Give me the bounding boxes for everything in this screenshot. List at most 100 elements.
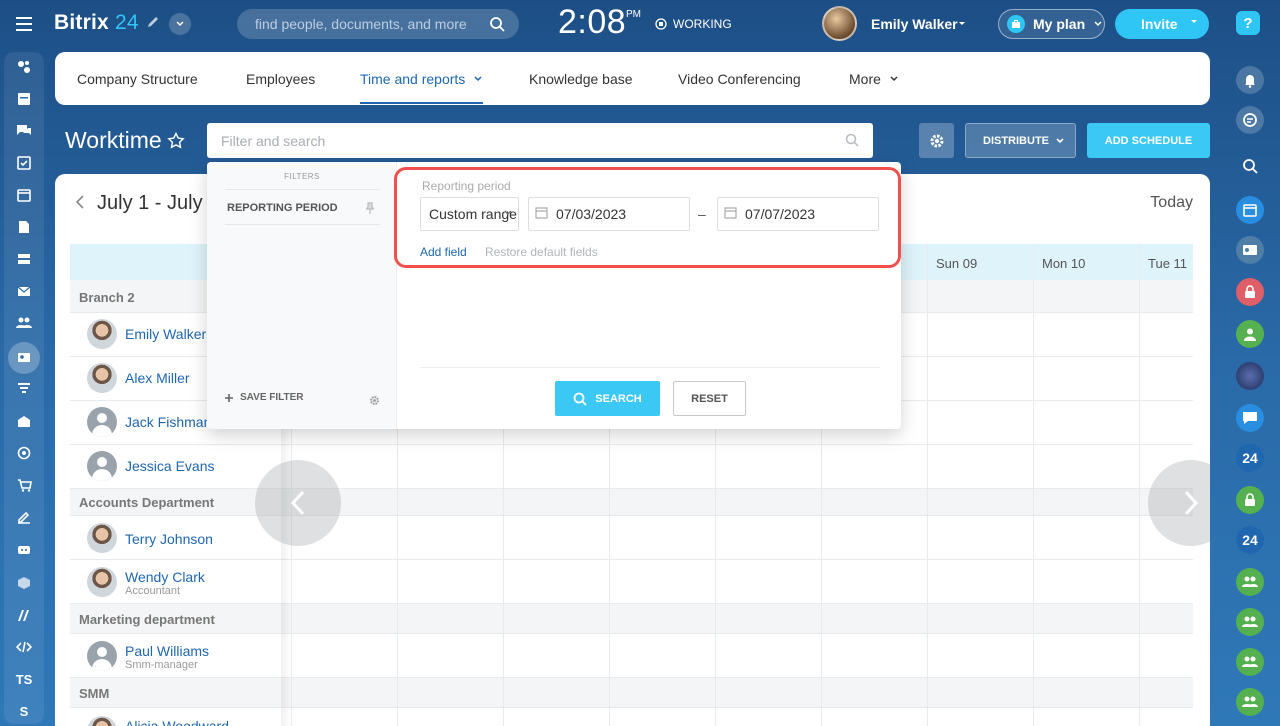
pin-icon[interactable]	[365, 202, 375, 217]
global-search[interactable]	[237, 9, 519, 39]
checkbox-icon[interactable]	[15, 154, 33, 172]
help-button[interactable]: ?	[1236, 11, 1260, 35]
calendar-icon[interactable]	[15, 186, 33, 204]
store-icon[interactable]	[15, 412, 33, 430]
pencil-icon[interactable]	[146, 15, 160, 29]
avatar[interactable]	[87, 716, 117, 726]
document-icon[interactable]	[15, 218, 33, 236]
settings-button[interactable]	[919, 123, 954, 158]
chat-avatar[interactable]	[1236, 362, 1264, 390]
tasks-icon[interactable]	[15, 90, 33, 108]
feed-icon[interactable]	[15, 58, 33, 76]
search-input[interactable]	[255, 16, 475, 32]
tab-company-structure[interactable]: Company Structure	[77, 71, 198, 87]
employee-name[interactable]: Alicia Woodward	[125, 718, 229, 726]
search-icon[interactable]	[489, 16, 505, 32]
avatar[interactable]	[87, 363, 117, 393]
avatar[interactable]	[87, 641, 117, 671]
table-row: Alicia Woodward	[70, 708, 1193, 726]
chevron-right-icon	[1184, 490, 1199, 516]
group-chat-icon[interactable]	[1236, 404, 1264, 432]
status-icon	[655, 18, 667, 30]
chevron-down-icon[interactable]	[169, 13, 191, 35]
chevron-down-icon[interactable]	[957, 19, 967, 29]
employee-name[interactable]: Jack Fishman	[125, 414, 211, 430]
robot-icon[interactable]	[15, 540, 33, 558]
day-header: Mon 10	[1042, 256, 1086, 271]
mail-icon[interactable]	[15, 282, 33, 300]
search-icon[interactable]	[1236, 152, 1264, 180]
employee-name[interactable]: Jessica Evans	[125, 458, 214, 474]
user-name[interactable]: Emily Walker	[871, 16, 958, 32]
add-schedule-button[interactable]: ADD SCHEDULE	[1087, 123, 1210, 158]
employee-name[interactable]: Alex Miller	[125, 370, 190, 386]
s-item[interactable]: S	[15, 702, 33, 720]
search-button[interactable]: SEARCH	[555, 381, 660, 416]
group-icon[interactable]	[1236, 648, 1264, 676]
reset-button[interactable]: RESET	[673, 381, 746, 416]
bitrix24-chat[interactable]: 24	[1236, 444, 1264, 472]
bitrix24-chat[interactable]: 24	[1236, 526, 1264, 554]
user-icon[interactable]	[1236, 320, 1264, 348]
ts-item[interactable]: TS	[15, 670, 33, 688]
avatar[interactable]	[87, 523, 117, 553]
filter-icon[interactable]	[15, 380, 33, 398]
day-header: Tue 11	[1148, 256, 1188, 271]
avatar[interactable]	[87, 451, 117, 481]
invite-button[interactable]: Invite	[1115, 9, 1209, 39]
scroll-left-button[interactable]	[255, 460, 341, 546]
work-status[interactable]: WORKING	[655, 17, 732, 31]
plus-icon	[225, 393, 233, 402]
avatar[interactable]	[87, 319, 117, 349]
employee-name[interactable]: Paul Williams	[125, 643, 209, 659]
box-icon[interactable]	[15, 574, 33, 592]
group-row: Accounts Department	[70, 489, 1193, 516]
id-card-icon[interactable]	[15, 348, 33, 366]
calendar-icon[interactable]	[1236, 196, 1264, 224]
id-card-icon[interactable]	[1236, 236, 1264, 264]
logo[interactable]: Bitrix 24	[54, 11, 139, 35]
filter-presets: FILTERS REPORTING PERIOD SAVE FILTER	[207, 162, 397, 429]
my-plan-button[interactable]: My plan	[998, 9, 1105, 39]
tab-more[interactable]: More	[849, 71, 899, 87]
filter-search[interactable]	[207, 123, 873, 158]
filter-search-input[interactable]	[221, 133, 821, 149]
code-icon[interactable]	[15, 638, 33, 656]
avatar[interactable]	[87, 407, 117, 437]
target-icon[interactable]	[15, 444, 33, 462]
today-button[interactable]: Today	[1150, 194, 1193, 212]
notifications-icon[interactable]	[1236, 66, 1264, 94]
day-header: Sun 09	[936, 256, 978, 271]
lock-icon[interactable]	[1236, 278, 1264, 306]
marketplace-icon[interactable]	[15, 606, 33, 624]
tab-video-conferencing[interactable]: Video Conferencing	[678, 71, 801, 87]
star-icon[interactable]	[167, 132, 185, 150]
cart-icon[interactable]	[15, 476, 33, 494]
clock[interactable]: 2:08	[558, 3, 626, 42]
chat-icon[interactable]	[15, 122, 33, 140]
lock-icon[interactable]	[1236, 486, 1264, 514]
group-row: SMM	[70, 678, 1193, 708]
preset-reporting-period[interactable]: REPORTING PERIOD	[225, 189, 380, 225]
gear-icon[interactable]	[369, 393, 380, 411]
team-icon[interactable]	[15, 314, 33, 332]
group-icon[interactable]	[1236, 688, 1264, 716]
chevron-left-icon[interactable]	[75, 192, 85, 215]
employee-name[interactable]: Wendy Clark	[125, 569, 205, 585]
save-filter-button[interactable]: SAVE FILTER	[224, 392, 304, 403]
menu-icon[interactable]	[14, 14, 34, 34]
avatar[interactable]	[87, 567, 117, 597]
tab-knowledge-base[interactable]: Knowledge base	[529, 71, 633, 87]
group-icon[interactable]	[1236, 568, 1264, 596]
sign-icon[interactable]	[15, 508, 33, 526]
tab-time-and-reports[interactable]: Time and reports	[360, 71, 484, 104]
distribute-button[interactable]: DISTRIBUTE	[965, 123, 1076, 158]
search-icon[interactable]	[845, 133, 859, 147]
employee-name[interactable]: Emily Walker	[125, 326, 206, 342]
user-avatar[interactable]	[822, 6, 857, 41]
tab-employees[interactable]: Employees	[246, 71, 315, 87]
messenger-icon[interactable]	[1236, 106, 1264, 134]
drive-icon[interactable]	[15, 250, 33, 268]
group-icon[interactable]	[1236, 608, 1264, 636]
employee-name[interactable]: Terry Johnson	[125, 531, 213, 547]
